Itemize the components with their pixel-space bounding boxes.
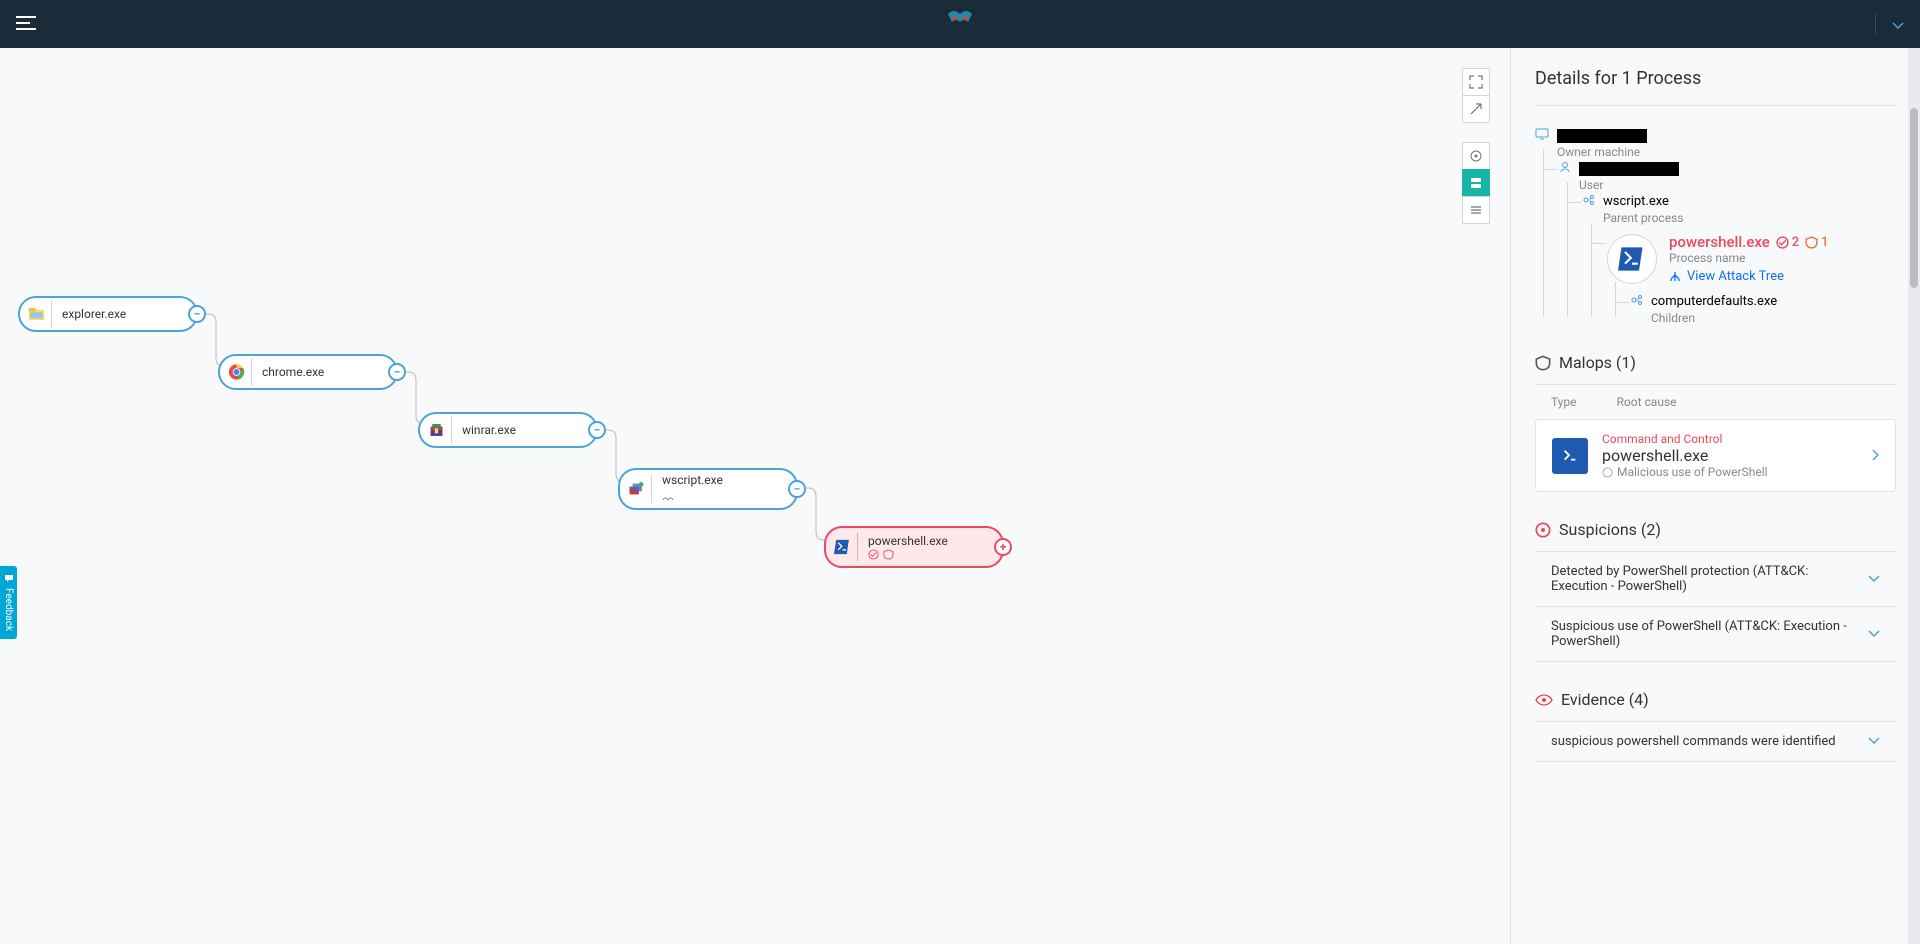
expand-button[interactable] <box>1462 95 1490 123</box>
tree-node-chrome[interactable]: chrome.exe − <box>218 354 398 390</box>
node-label: wscript.exe <box>662 473 723 487</box>
separator <box>1875 14 1876 34</box>
suspicion-badge: 2 <box>1776 235 1799 250</box>
list-button[interactable] <box>1462 196 1490 224</box>
malops-section: Malops (1) TypeRoot cause Command and Co… <box>1535 353 1896 492</box>
suspicion-item[interactable]: Detected by PowerShell protection (ATT&C… <box>1535 552 1896 607</box>
user-icon <box>1559 161 1571 176</box>
chevron-down-icon <box>1868 734 1880 749</box>
wscript-icon <box>624 475 652 503</box>
tree-node-powershell[interactable]: powershell.exe + <box>824 526 1004 568</box>
process-icon <box>1583 194 1595 209</box>
node-label: chrome.exe <box>262 365 324 379</box>
evidence-section: Evidence (4) suspicious powershell comma… <box>1535 690 1896 762</box>
powershell-icon <box>1607 234 1657 284</box>
malop-category: Command and Control <box>1602 432 1768 446</box>
canvas-toolbar <box>1462 68 1490 123</box>
layout-button[interactable] <box>1462 169 1490 197</box>
evidence-heading: Evidence (4) <box>1535 690 1896 722</box>
collapse-button[interactable]: − <box>388 363 406 381</box>
process-name-label: Process name <box>1669 251 1829 265</box>
current-process-row[interactable]: powershell.exe 2 1 Process name View Att… <box>1607 233 1896 284</box>
shield-icon <box>1535 355 1551 371</box>
node-label: winrar.exe <box>462 423 516 437</box>
evidence-item[interactable]: suspicious powershell commands were iden… <box>1535 722 1896 762</box>
owner-machine-label: Owner machine <box>1557 145 1896 159</box>
user-row[interactable] <box>1559 159 1896 178</box>
chrome-icon <box>224 358 252 386</box>
parent-process-name: wscript.exe <box>1603 194 1669 209</box>
hamburger-menu-icon[interactable] <box>16 15 36 34</box>
tree-node-explorer[interactable]: explorer.exe − <box>18 296 198 332</box>
redacted-machine <box>1557 129 1647 143</box>
monitor-icon <box>1535 128 1549 143</box>
collapse-button[interactable]: − <box>588 421 606 439</box>
collapse-button[interactable]: − <box>188 305 206 323</box>
suspicions-section: Suspicions (2) Detected by PowerShell pr… <box>1535 520 1896 662</box>
scrollbar-thumb[interactable] <box>1910 108 1918 288</box>
expand-button[interactable]: + <box>994 538 1012 556</box>
target-icon <box>1535 522 1551 538</box>
owner-machine-row[interactable] <box>1535 126 1896 145</box>
powershell-icon <box>1552 438 1588 474</box>
chevron-right-icon <box>1871 446 1879 465</box>
malops-heading: Malops (1) <box>1535 353 1896 385</box>
owl-logo-icon <box>944 8 976 40</box>
chevron-down-icon <box>1868 627 1880 642</box>
children-label: Children <box>1651 311 1896 325</box>
malop-name: powershell.exe <box>1602 446 1768 465</box>
malop-icon <box>883 549 894 560</box>
malop-badge: 1 <box>1805 235 1828 250</box>
malop-desc: Malicious use of PowerShell <box>1602 465 1768 479</box>
child-process-row[interactable]: computerdefaults.exe <box>1631 292 1896 311</box>
suspicion-item[interactable]: Suspicious use of PowerShell (ATT&CK: Ex… <box>1535 607 1896 662</box>
winrar-icon <box>424 416 452 444</box>
feedback-tab[interactable]: Feedback <box>0 566 17 639</box>
chevron-down-icon <box>1868 572 1880 587</box>
main-content: explorer.exe − chrome.exe − winrar.exe −… <box>0 48 1920 944</box>
details-title: Details for 1 Process <box>1535 68 1896 106</box>
parent-process-row[interactable]: wscript.exe <box>1583 192 1896 211</box>
malops-table-header: TypeRoot cause <box>1535 385 1896 419</box>
user-label: User <box>1579 178 1896 192</box>
canvas-toolbar-2 <box>1462 142 1490 224</box>
app-header <box>0 0 1920 48</box>
suspicions-heading: Suspicions (2) <box>1535 520 1896 552</box>
process-tree-canvas[interactable]: explorer.exe − chrome.exe − winrar.exe −… <box>0 48 1510 944</box>
eye-icon <box>1535 694 1553 706</box>
parent-process-label: Parent process <box>1603 211 1896 225</box>
details-panel: Details for 1 Process Owner machine User… <box>1510 48 1920 944</box>
redacted-user <box>1579 162 1679 176</box>
tree-node-winrar[interactable]: winrar.exe − <box>418 412 598 448</box>
node-label: powershell.exe <box>868 534 948 548</box>
collapse-button[interactable]: − <box>788 480 806 498</box>
header-right <box>1867 14 1904 34</box>
malop-item[interactable]: Command and Control powershell.exe Malic… <box>1535 419 1896 492</box>
tree-node-wscript[interactable]: wscript.exe − <box>618 468 798 510</box>
child-process-name: computerdefaults.exe <box>1651 294 1777 309</box>
fit-screen-button[interactable] <box>1462 68 1490 96</box>
explorer-icon <box>24 300 52 328</box>
context-tree: Owner machine User wscript.exe Parent pr… <box>1535 126 1896 325</box>
powershell-icon <box>830 533 858 561</box>
process-icon <box>1631 294 1643 309</box>
settings-button[interactable] <box>1462 142 1490 170</box>
node-label: explorer.exe <box>62 307 126 321</box>
view-attack-tree-link[interactable]: View Attack Tree <box>1669 269 1829 284</box>
suspicion-icon <box>868 549 879 560</box>
process-name: powershell.exe <box>1669 233 1770 251</box>
user-menu-dropdown[interactable] <box>1892 15 1904 34</box>
